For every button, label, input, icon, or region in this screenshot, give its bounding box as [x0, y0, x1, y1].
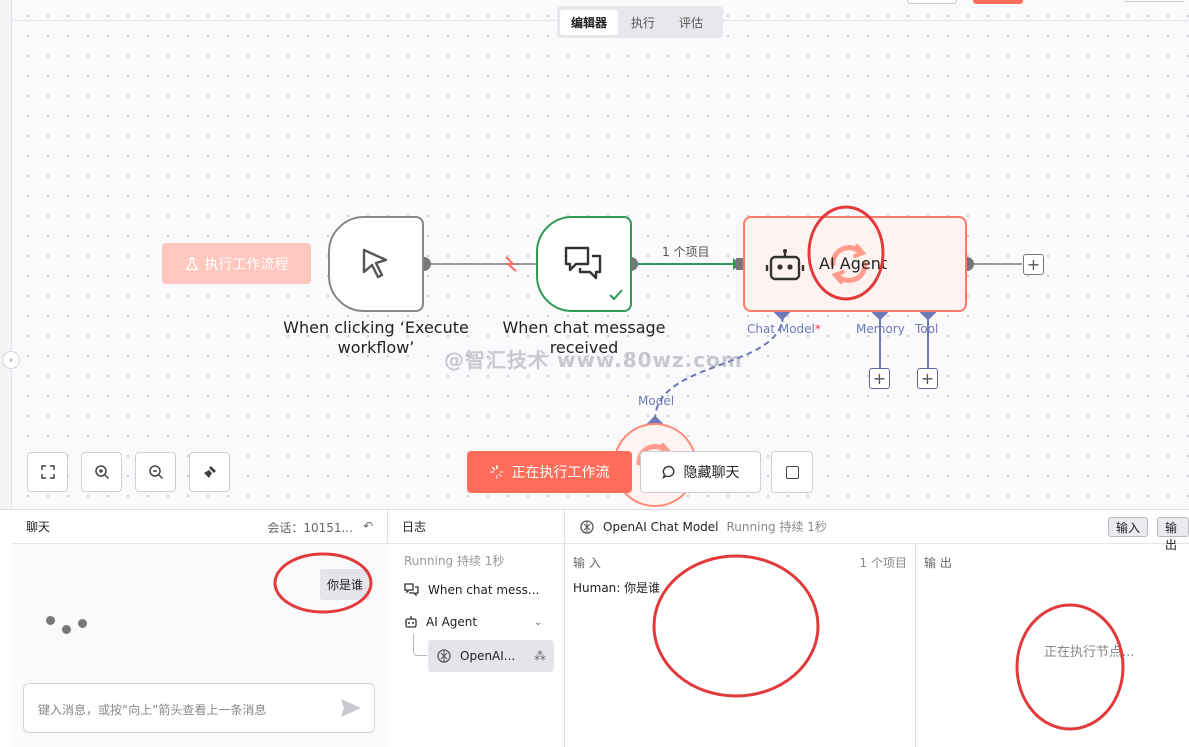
logs-panel-header: 日志: [388, 510, 564, 544]
manual-trigger-node[interactable]: [328, 216, 424, 312]
zoom-in-icon: [94, 465, 109, 480]
output-column: 输 出 正在执行节点...: [916, 544, 1189, 747]
execute-workflow-label: 执行工作流程: [204, 256, 289, 273]
stop-icon: [785, 465, 799, 479]
chat-message-input[interactable]: 键入消息，或按“向上”箭头查看上一条消息: [23, 683, 375, 733]
user-message-bubble: 你是谁: [319, 569, 370, 600]
chat-bubbles-icon: [404, 583, 419, 597]
edge-item-count: 1 个项目: [662, 245, 710, 259]
chat-title: 聊天: [26, 520, 51, 534]
node-detail-name: OpenAI Chat Model: [603, 519, 719, 534]
ai-agent-label: AI Agent: [819, 254, 888, 273]
broom-icon: [203, 466, 216, 478]
fit-view-icon: [40, 465, 55, 479]
input-item-count: 1 个项目: [859, 556, 907, 570]
chat-bubbles-icon: [564, 246, 602, 280]
output-heading: 输 出: [924, 556, 952, 570]
openai-icon: [580, 519, 594, 534]
input-toggle-button[interactable]: 输入: [1108, 517, 1149, 537]
chat-trigger-node[interactable]: [536, 216, 632, 312]
zoom-in-button[interactable]: [81, 452, 122, 492]
tree-connector: [413, 634, 427, 656]
send-icon[interactable]: [340, 698, 362, 718]
typing-dot: [78, 619, 87, 628]
robot-icon: [405, 616, 417, 628]
tidy-up-button[interactable]: [189, 452, 230, 492]
log-item-label: When chat mess...: [428, 583, 540, 597]
cursor-icon: [362, 248, 388, 279]
typing-dot: [46, 616, 55, 625]
tool-port-label: Tool: [915, 322, 939, 336]
workflow-editor: › 编辑器 执行 评估 + + + 执行工作流程 When clicking ‘…: [0, 0, 1189, 747]
chat-icon: [661, 465, 674, 479]
typing-dot: [62, 625, 71, 634]
chat-model-port-label: Chat Model*: [747, 322, 821, 336]
reset-session-icon[interactable]: ↶: [363, 519, 373, 536]
node-detail-header: OpenAI Chat Model Running 持续 1秒: [565, 510, 1189, 544]
bottom-panel: 聊天 会话：10151... ↶ 你是谁 键入消息，或按“向上”箭头查看上一条消…: [0, 509, 1189, 747]
openai-icon: [437, 649, 451, 663]
session-info: 会话：10151... ↶: [267, 519, 373, 536]
stop-button[interactable]: [771, 451, 813, 493]
input-heading: 输 入: [573, 556, 601, 570]
robot-icon: [765, 249, 805, 281]
log-item-ai-agent[interactable]: AI Agent ⌄: [404, 615, 554, 629]
flask-icon: [185, 256, 198, 270]
session-id: 会话：10151...: [267, 521, 353, 535]
memory-port-label: Memory: [856, 322, 905, 336]
input-content: Human: 你是谁: [573, 581, 661, 595]
logs-panel: 日志 Running 持续 1秒 When chat mess... AI Ag…: [388, 510, 565, 747]
loading-spinner-icon: ⁂: [534, 649, 546, 663]
log-item-openai-model[interactable]: OpenAI... ⁂: [428, 640, 554, 672]
chat-input-placeholder: 键入消息，或按“向上”箭头查看上一条消息: [38, 703, 267, 717]
add-node-button[interactable]: +: [1023, 254, 1044, 275]
logs-status: Running 持续 1秒: [404, 554, 505, 568]
zoom-out-button[interactable]: [135, 452, 176, 492]
chat-panel: 聊天 会话：10151... ↶ 你是谁 键入消息，或按“向上”箭头查看上一条消…: [12, 510, 388, 747]
logs-title: 日志: [402, 520, 427, 534]
execute-workflow-button[interactable]: 执行工作流程: [162, 243, 311, 284]
chat-messages: 你是谁 键入消息，或按“向上”箭头查看上一条消息: [12, 544, 388, 747]
output-running-text: 正在执行节点...: [1044, 645, 1135, 660]
hide-chat-button[interactable]: 隐藏聊天: [640, 451, 761, 493]
watermark: @智汇技术 www.80wz.com: [444, 348, 743, 372]
loading-spinner-icon: [489, 465, 504, 479]
model-port-label: Model: [638, 394, 675, 408]
zoom-out-icon: [148, 465, 163, 480]
add-tool-button[interactable]: +: [917, 368, 938, 389]
input-column: 输 入 1 个项目 Human: 你是谁: [565, 544, 916, 747]
success-check-icon: [609, 289, 623, 301]
log-item-label: OpenAI...: [460, 649, 516, 663]
output-toggle-button[interactable]: 输出: [1157, 517, 1189, 552]
log-item-chat-trigger[interactable]: When chat mess...: [404, 583, 539, 597]
executing-workflow-label: 正在执行工作流: [511, 465, 610, 481]
node-detail-panel: OpenAI Chat Model Running 持续 1秒 输入 输出 输 …: [565, 510, 1189, 747]
hide-chat-label: 隐藏聊天: [683, 465, 740, 481]
chevron-down-icon[interactable]: ⌄: [534, 617, 542, 628]
node-detail-status: Running 持续 1秒: [726, 520, 827, 534]
fit-view-button[interactable]: [27, 452, 68, 492]
add-memory-button[interactable]: +: [869, 368, 890, 389]
executing-workflow-button[interactable]: 正在执行工作流: [467, 451, 632, 493]
log-item-label: AI Agent: [426, 615, 478, 629]
